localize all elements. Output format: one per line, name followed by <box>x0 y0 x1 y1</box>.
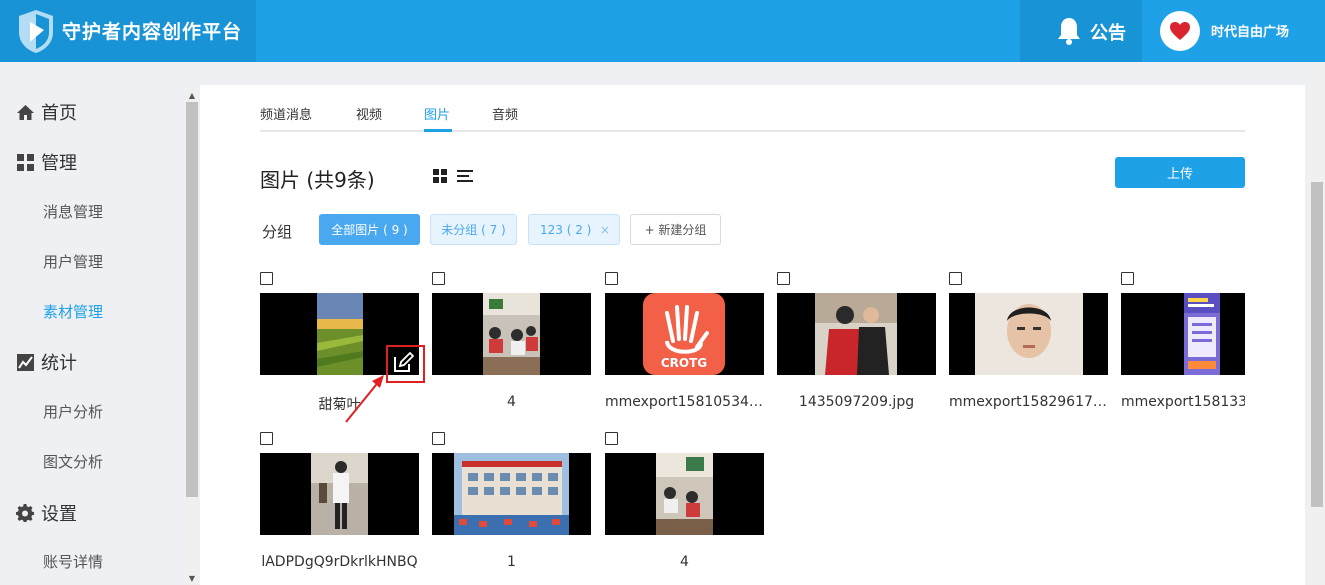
classroom-photo <box>483 293 540 375</box>
sidebar-item-label: 设置 <box>41 504 77 525</box>
stage-photo <box>311 453 368 535</box>
image-thumbnail[interactable] <box>432 293 591 375</box>
new-group-button[interactable]: + 新建分组 <box>630 214 721 245</box>
sidebar-item-label: 管理 <box>41 153 77 174</box>
sidebar-item-manage[interactable]: 管理 <box>16 149 77 175</box>
image-thumbnail[interactable] <box>605 453 764 535</box>
image-checkbox[interactable] <box>949 272 962 285</box>
sidebar-item-message-manage[interactable]: 消息管理 <box>43 201 103 222</box>
group-chip-123-label: 123 ( 2 ) <box>540 222 592 237</box>
list-view-icon[interactable] <box>457 169 473 183</box>
image-caption: 1435097209.jpg <box>798 394 915 410</box>
image-thumbnail[interactable] <box>1121 293 1245 375</box>
grid-view-icon[interactable] <box>433 169 447 183</box>
upload-button[interactable]: 上传 <box>1115 157 1245 188</box>
tabs-divider <box>260 130 1245 132</box>
image-checkbox[interactable] <box>260 272 273 285</box>
shield-logo-icon <box>19 10 53 53</box>
image-checkbox[interactable] <box>260 432 273 445</box>
image-caption: lADPDgQ9rDkrlkHNBQ <box>261 554 418 570</box>
crotg-logo-text: CROTG <box>661 356 707 370</box>
bell-icon[interactable] <box>1056 16 1082 46</box>
scroll-up-arrow-icon[interactable]: ▲ <box>186 91 198 101</box>
tab-images[interactable]: 图片 <box>424 104 450 123</box>
image-checkbox[interactable] <box>605 272 618 285</box>
sidebar-item-stats[interactable]: 统计 <box>16 349 77 375</box>
grid-icon <box>17 153 34 171</box>
image-checkbox[interactable] <box>605 432 618 445</box>
image-caption: 4 <box>507 394 516 410</box>
gear-icon <box>16 503 35 522</box>
image-thumbnail[interactable] <box>949 293 1108 375</box>
user-name[interactable]: 时代自由广场 <box>1211 21 1289 40</box>
avatar[interactable] <box>1160 11 1200 51</box>
active-tab-indicator <box>424 129 452 132</box>
classroom-photo-2 <box>656 453 713 535</box>
sidebar-item-material-manage[interactable]: 素材管理 <box>43 301 103 322</box>
image-caption: mmexport1582961771 <box>949 394 1108 410</box>
page-title: 图片 (共9条) <box>260 168 375 192</box>
image-checkbox[interactable] <box>432 432 445 445</box>
heart-icon <box>1170 22 1190 40</box>
crotg-logo-image: CROTG <box>643 293 725 375</box>
app-title: 守护者内容创作平台 <box>62 21 243 43</box>
image-thumbnail[interactable] <box>260 453 419 535</box>
image-thumbnail[interactable] <box>777 293 936 375</box>
tab-audio[interactable]: 音频 <box>492 104 518 123</box>
group-chip-123[interactable]: 123 ( 2 ) × <box>528 214 620 245</box>
image-caption: 4 <box>680 554 689 570</box>
sidebar-item-label: 统计 <box>41 353 77 374</box>
notice-label[interactable]: 公告 <box>1090 19 1126 45</box>
image-caption: mmexport1581334 <box>1121 394 1245 410</box>
close-icon[interactable]: × <box>600 223 610 237</box>
image-thumbnail[interactable] <box>432 453 591 535</box>
main-scrollbar-thumb[interactable] <box>1311 182 1323 507</box>
sidebar-item-label: 首页 <box>41 103 77 124</box>
home-icon <box>17 104 34 120</box>
group-chip-all[interactable]: 全部图片 ( 9 ) <box>319 214 420 245</box>
poster-image <box>1184 293 1220 375</box>
image-caption: 1 <box>507 554 516 570</box>
tab-video[interactable]: 视频 <box>356 104 382 123</box>
image-checkbox[interactable] <box>1121 272 1134 285</box>
image-checkbox[interactable] <box>432 272 445 285</box>
edit-icon[interactable] <box>392 352 414 374</box>
scroll-down-arrow-icon[interactable]: ▼ <box>186 574 198 584</box>
image-caption: mmexport1581053456 <box>605 394 764 410</box>
chart-icon <box>17 353 34 371</box>
sidebar-scrollbar-thumb[interactable] <box>186 102 198 497</box>
sidebar-item-article-analysis[interactable]: 图文分析 <box>43 451 103 472</box>
landscape-image <box>317 293 363 375</box>
image-thumbnail[interactable]: CROTG <box>605 293 764 375</box>
tab-channel-messages[interactable]: 频道消息 <box>260 104 312 123</box>
sidebar-item-home[interactable]: 首页 <box>16 99 77 125</box>
school-building-photo <box>454 453 569 535</box>
image-checkbox[interactable] <box>777 272 790 285</box>
group-chip-ungrouped[interactable]: 未分组 ( 7 ) <box>430 214 517 245</box>
sidebar-item-user-analysis[interactable]: 用户分析 <box>43 401 103 422</box>
red-arrow-annotation <box>345 375 384 423</box>
logo-area[interactable]: 守护者内容创作平台 <box>0 0 256 62</box>
sidebar-item-user-manage[interactable]: 用户管理 <box>43 251 103 272</box>
portrait-photo <box>975 293 1083 375</box>
people-photo <box>815 293 897 375</box>
sidebar-item-settings[interactable]: 设置 <box>16 500 77 526</box>
group-label: 分组 <box>262 223 293 241</box>
sidebar-item-account-detail[interactable]: 账号详情 <box>43 551 103 572</box>
